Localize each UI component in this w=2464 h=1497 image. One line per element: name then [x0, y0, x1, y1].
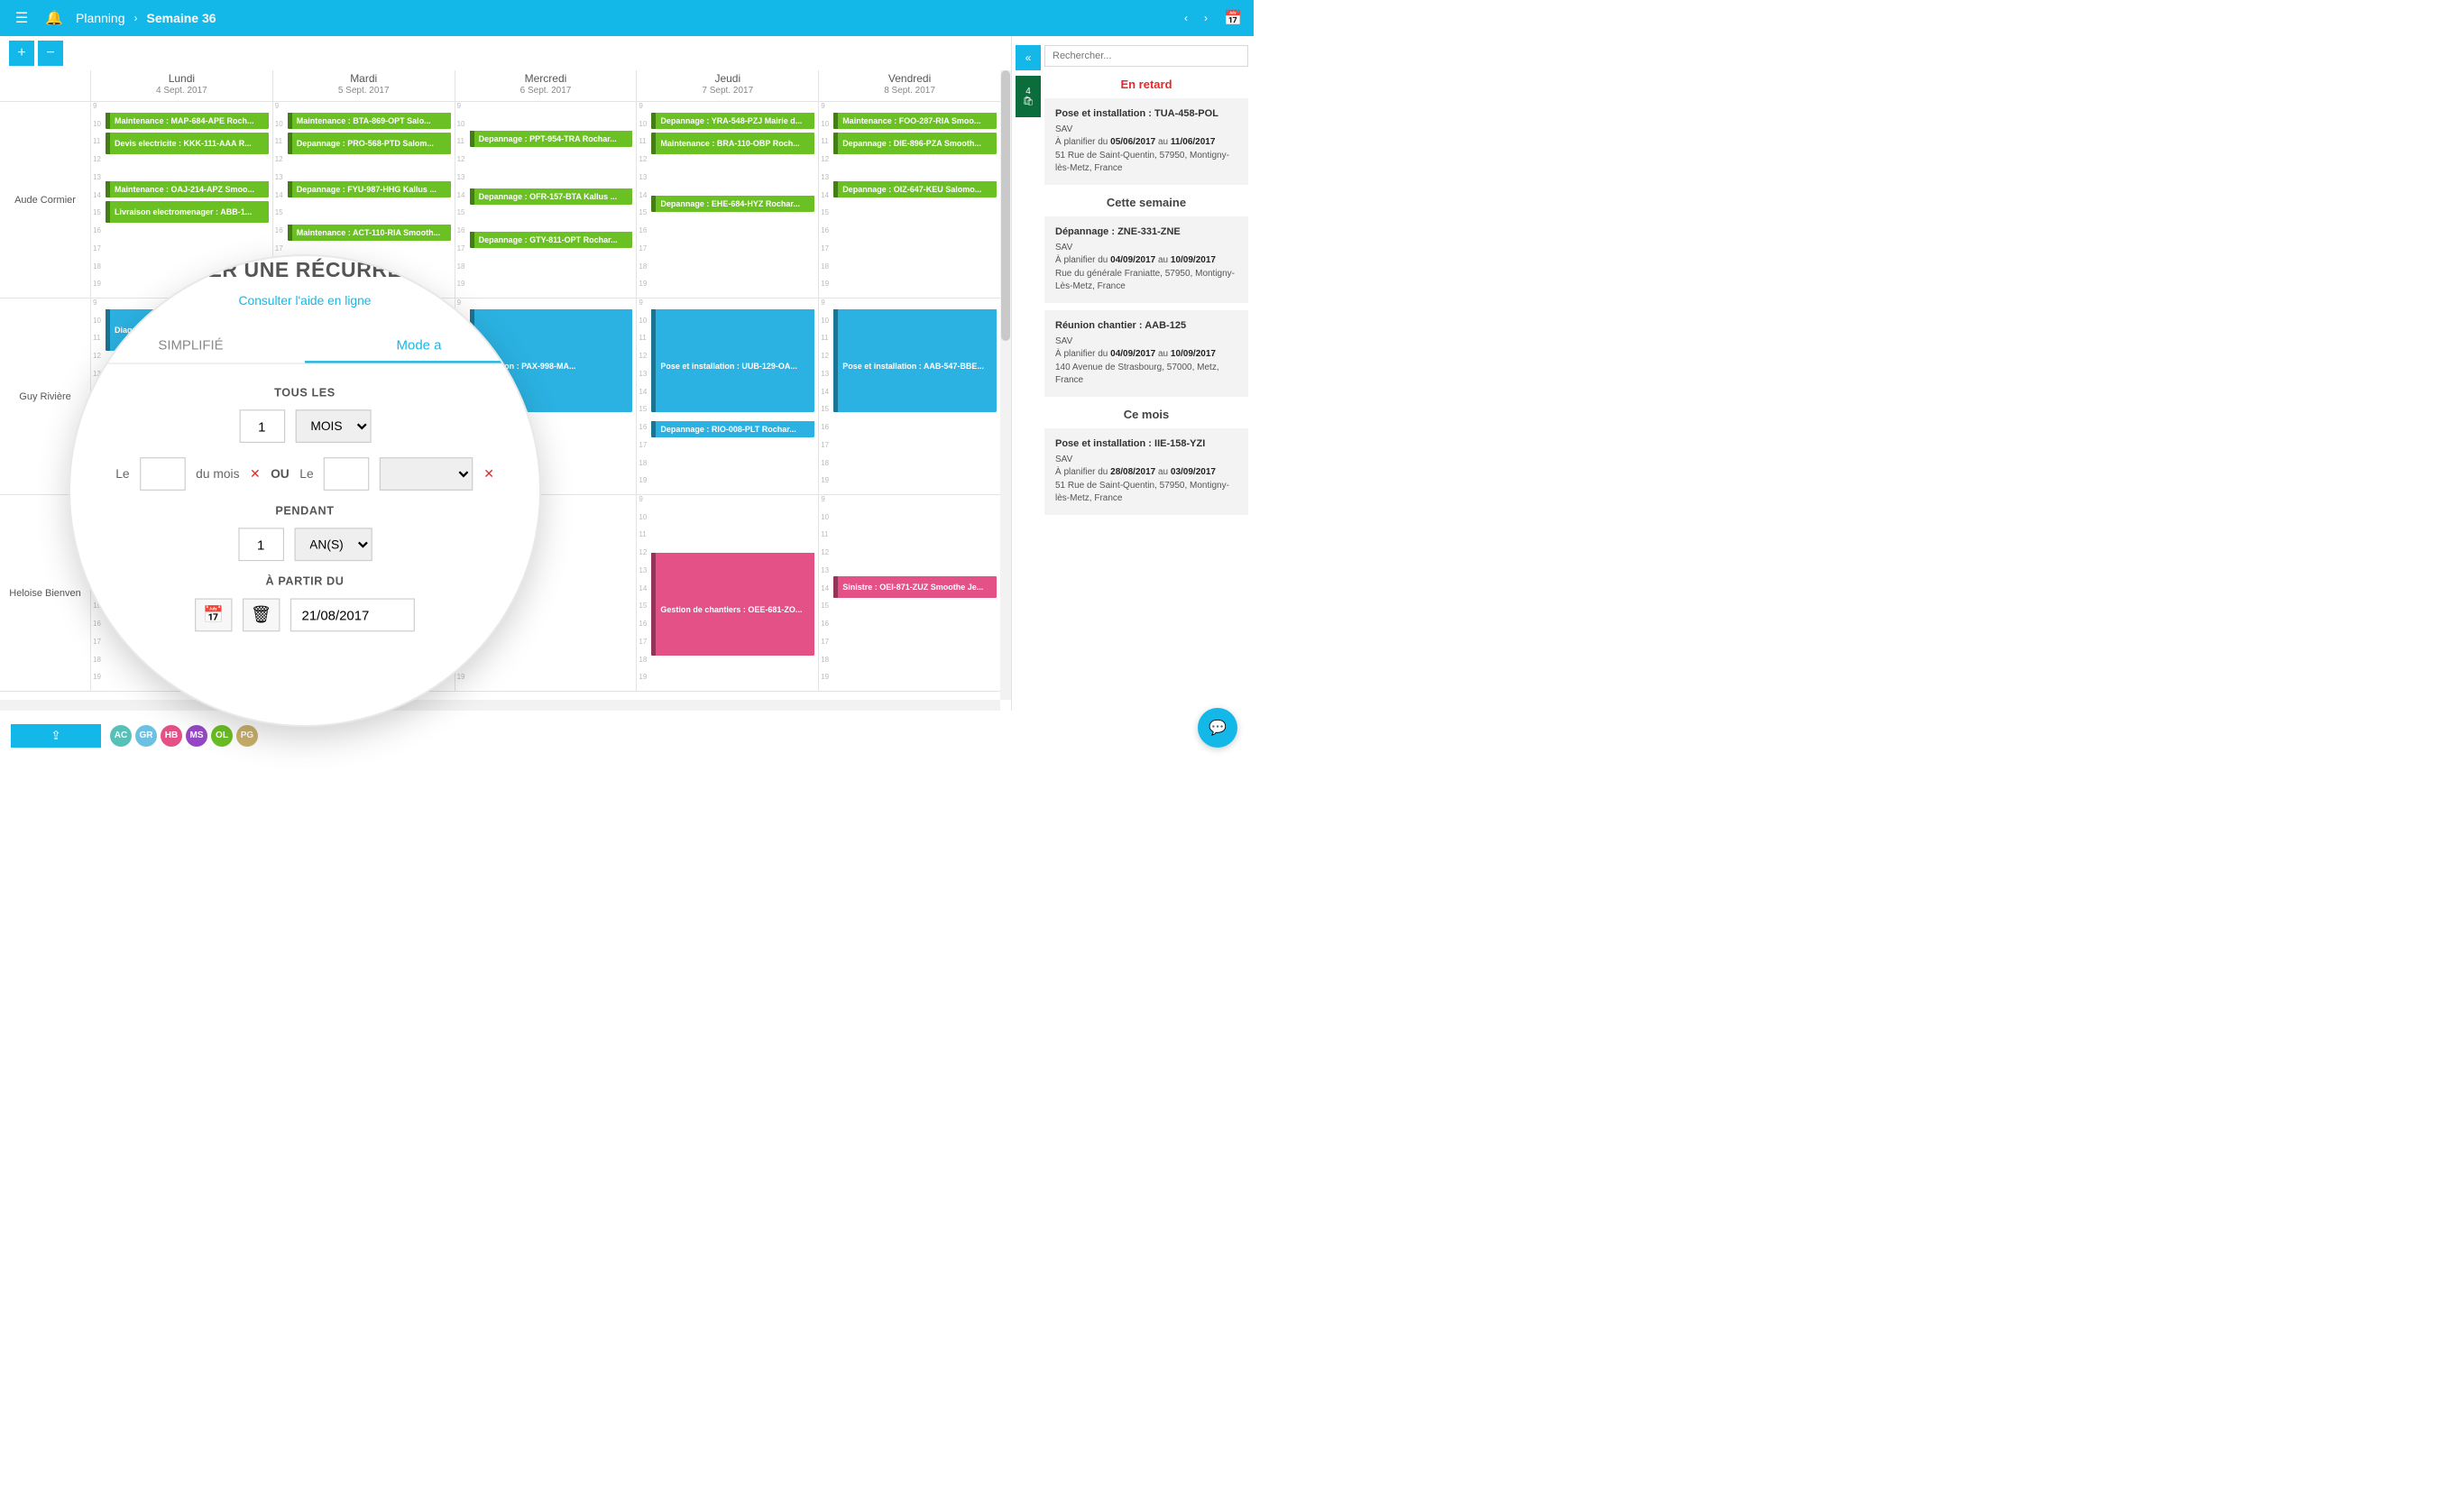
every-unit-select[interactable]: MOIS [295, 409, 371, 443]
chat-icon: 💬 [1209, 719, 1227, 737]
calendar-event[interactable]: Livraison electromenager : ABB-1... [106, 201, 269, 223]
calendar-cell[interactable]: 910111213141516171819Pose et installatio… [636, 298, 818, 494]
calendar-event[interactable]: Maintenance : BTA-869-OPT Salo... [288, 107, 451, 129]
task-card[interactable]: Pose et installation : IIE-158-YZISAVÀ p… [1044, 428, 1248, 515]
heading-month: Ce mois [1044, 408, 1248, 421]
duration-unit-select[interactable]: AN(S) [294, 528, 372, 561]
avatar[interactable]: PG [236, 725, 258, 747]
calendar-event[interactable]: Depannage : RIO-008-PLT Rochar... [651, 416, 814, 437]
duration-value-input[interactable] [238, 528, 284, 561]
day-header: Mardi5 Sept. 2017 [272, 70, 455, 101]
calendar-cell[interactable]: 910111213141516171819Pose et installatio… [818, 298, 1000, 494]
vertical-scrollbar[interactable] [1000, 70, 1011, 700]
calendar-cell[interactable]: 910111213141516171819Maintenance : FOO-2… [818, 102, 1000, 298]
section-from: À PARTIR DU [77, 575, 533, 588]
day-of-month-input[interactable] [140, 457, 186, 491]
task-card[interactable]: Pose et installation : TUA-458-POLSAVÀ p… [1044, 98, 1248, 185]
clear-weekday-button[interactable]: ✕ [483, 466, 494, 481]
calendar-event[interactable]: Maintenance : MAP-684-APE Roch... [106, 107, 269, 129]
basket-count: 4 [1025, 87, 1031, 96]
modal-title: CRÉER UNE RÉCURRENCE [77, 259, 533, 282]
calendar-event[interactable]: Maintenance : BRA-110-OBP Roch... [651, 133, 814, 154]
search-input[interactable] [1044, 45, 1248, 67]
calendar-event[interactable]: Pose et installation : UUB-129-OA... [651, 304, 814, 412]
nth-input[interactable] [324, 457, 370, 491]
next-week-button[interactable]: › [1196, 12, 1216, 24]
horizontal-scrollbar[interactable] [0, 700, 1000, 711]
calendar-event[interactable]: Depannage : YRA-548-PZJ Mairie d... [651, 107, 814, 129]
side-collapse-button[interactable]: « [1016, 45, 1041, 70]
bottom-bar: ⇪ ACGRHBMSOLPG [0, 711, 1254, 760]
calendar-event[interactable]: Gestion de chantiers : OEE-681-ZO... [651, 547, 814, 656]
label-le: Le [115, 466, 129, 481]
tab-advanced[interactable]: Mode a [305, 329, 533, 363]
calendar-event[interactable]: Depannage : EHE-684-HYZ Rochar... [651, 190, 814, 212]
task-card[interactable]: Dépannage : ZNE-331-ZNESAVÀ planifier du… [1044, 216, 1248, 303]
heading-late: En retard [1044, 78, 1248, 91]
label-le2: Le [299, 466, 313, 481]
weekday-select[interactable] [380, 457, 473, 491]
avatar[interactable]: GR [135, 725, 157, 747]
side-panel: « 4 🛍 En retard Pose et installation : T… [1012, 36, 1254, 711]
task-card[interactable]: Réunion chantier : AAB-125SAVÀ planifier… [1044, 310, 1248, 397]
calendar-icon: 📅 [203, 604, 224, 625]
remove-button[interactable]: − [38, 41, 63, 66]
trash-icon: 🗑 [251, 604, 271, 625]
bell-icon[interactable]: 🔔 [43, 7, 65, 29]
avatar[interactable]: OL [211, 725, 233, 747]
tab-simplified[interactable]: SIMPLIFIÉ [77, 329, 305, 363]
calendar-event[interactable]: Depannage : DIE-896-PZA Smooth... [833, 133, 997, 154]
avatar[interactable]: HB [161, 725, 182, 747]
calendar-cell[interactable]: 910111213141516171819Gestion de chantier… [636, 495, 818, 691]
heading-week: Cette semaine [1044, 196, 1248, 209]
calendar-icon[interactable]: 📅 [1223, 9, 1243, 27]
calendar-event[interactable]: Depannage : FYU-987-HHG Kallus ... [288, 176, 451, 197]
basket-icon: 🛍 [1023, 96, 1034, 106]
calendar-event[interactable]: Pose et installation : AAB-547-BBE... [833, 304, 997, 412]
breadcrumb-root[interactable]: Planning [76, 11, 125, 25]
calendar-event[interactable]: Depannage : PRO-568-PTD Salom... [288, 133, 451, 154]
chat-fab[interactable]: 💬 [1198, 708, 1237, 748]
prev-week-button[interactable]: ‹ [1176, 12, 1196, 24]
calendar-event[interactable]: Maintenance : ACT-110-RIA Smooth... [288, 219, 451, 241]
calendar-event[interactable]: Devis electricite : KKK-111-AAA R... [106, 133, 269, 154]
label-ou: OU [271, 466, 290, 481]
start-date-input[interactable] [290, 599, 415, 632]
day-header: Lundi4 Sept. 2017 [90, 70, 272, 101]
clear-date-button[interactable]: 🗑 [243, 599, 280, 632]
share-icon: ⇪ [51, 729, 60, 743]
clear-day-button[interactable]: ✕ [250, 466, 261, 481]
day-header: Jeudi7 Sept. 2017 [636, 70, 818, 101]
export-button[interactable]: ⇪ [11, 724, 101, 748]
recurrence-modal: CRÉER UNE RÉCURRENCE Consulter l'aide en… [70, 256, 539, 725]
section-during: PENDANT [77, 505, 533, 518]
every-value-input[interactable] [239, 409, 285, 443]
menu-icon[interactable]: ☰ [11, 7, 32, 29]
calendar-cell[interactable]: 910111213141516171819Depannage : YRA-548… [636, 102, 818, 298]
calendar-event[interactable]: Depannage : GTY-811-OPT Rochar... [470, 226, 633, 248]
breadcrumb-current: Semaine 36 [147, 11, 216, 25]
avatar[interactable]: AC [110, 725, 132, 747]
calendar-event[interactable]: Depannage : PPT-954-TRA Rochar... [470, 125, 633, 147]
side-basket-badge[interactable]: 4 🛍 [1016, 76, 1041, 117]
help-link[interactable]: Consulter l'aide en ligne [77, 293, 533, 308]
day-header: Mercredi6 Sept. 2017 [455, 70, 637, 101]
calendar-event[interactable]: Maintenance : OAJ-214-APZ Smoo... [106, 176, 269, 197]
calendar-cell[interactable]: 910111213141516171819Sinistre : OEI-871-… [818, 495, 1000, 691]
calendar-event[interactable]: Depannage : OIZ-647-KEU Salomo... [833, 176, 997, 197]
calendar-event[interactable]: Sinistre : OEI-871-ZUZ Smoothe Je... [833, 576, 997, 598]
calendar-event[interactable]: Maintenance : FOO-287-RIA Smoo... [833, 107, 997, 129]
label-dumois: du mois [196, 466, 239, 481]
section-every: TOUS LES [77, 387, 533, 400]
calendar-event[interactable]: Depannage : OFR-157-BTA Kallus ... [470, 183, 633, 205]
chevron-right-icon: › [134, 12, 138, 24]
add-button[interactable]: + [9, 41, 34, 66]
datepicker-button[interactable]: 📅 [195, 599, 232, 632]
topbar: ☰ 🔔 Planning › Semaine 36 ‹ › 📅 [0, 0, 1254, 36]
avatar[interactable]: MS [186, 725, 207, 747]
day-header: Vendredi8 Sept. 2017 [818, 70, 1000, 101]
